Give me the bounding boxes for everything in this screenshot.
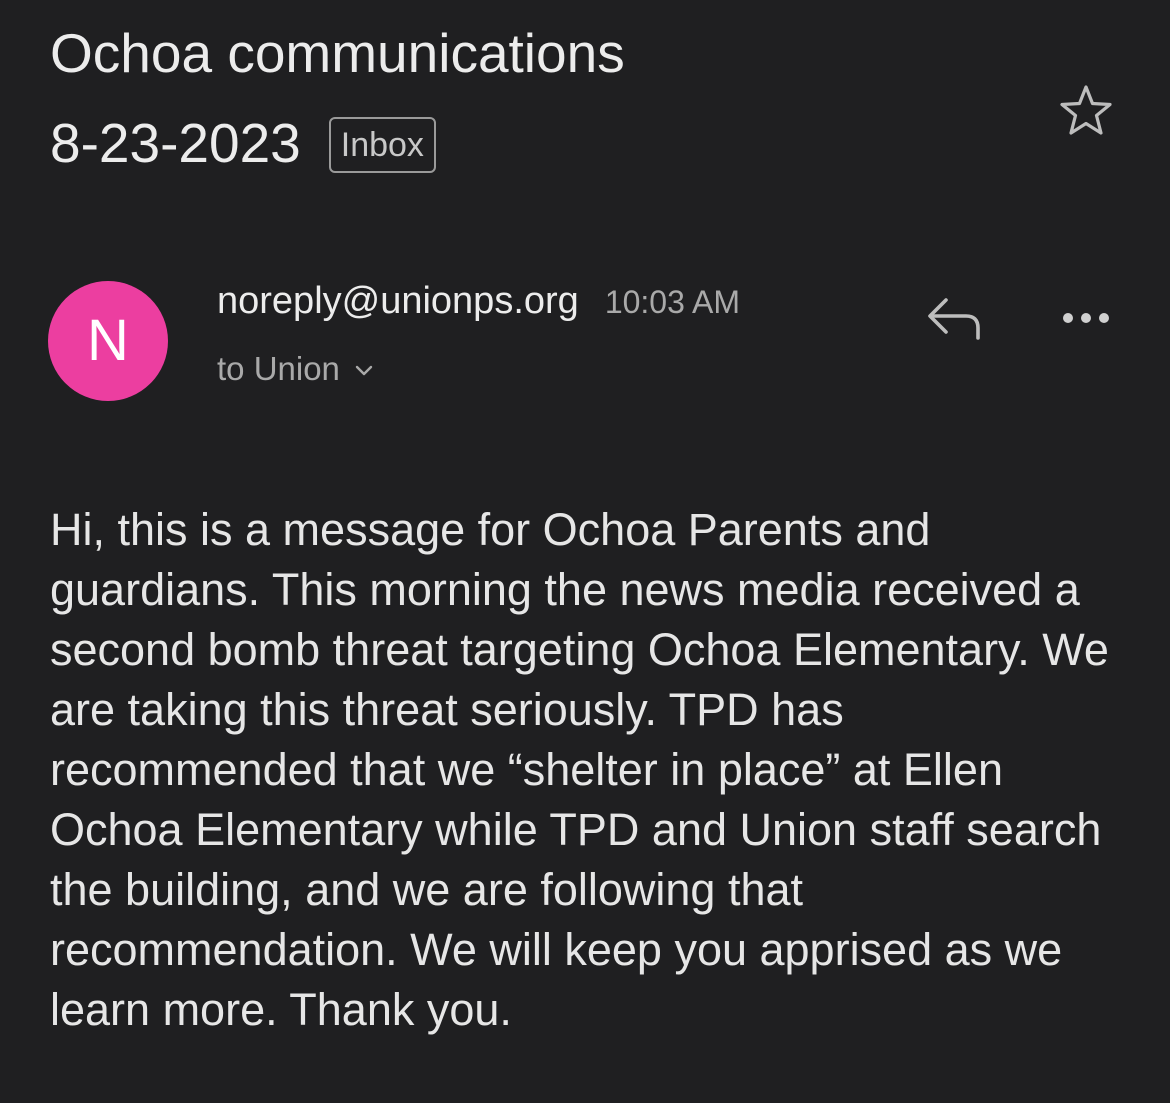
star-outline-icon — [1060, 85, 1112, 135]
more-options-button[interactable] — [1058, 300, 1114, 336]
chevron-down-icon — [355, 365, 373, 376]
sender-avatar[interactable]: N — [48, 281, 168, 401]
subject-line-1: Ochoa communications — [50, 22, 625, 84]
email-body: Hi, this is a message for Ochoa Parents … — [50, 504, 1109, 1035]
recipient-details-toggle[interactable]: to Union — [217, 350, 374, 388]
star-button[interactable] — [1058, 83, 1114, 139]
reply-icon — [928, 298, 980, 340]
recipient-label: to Union — [217, 350, 340, 387]
sender-row: noreply@unionps.org 10:03 AM — [217, 280, 740, 323]
more-horizontal-icon — [1063, 313, 1109, 323]
email-subject: Ochoa communications 8-23-2023 Inbox — [50, 8, 1030, 188]
sender-address[interactable]: noreply@unionps.org — [217, 280, 579, 323]
subject-line-2: 8-23-2023 — [50, 112, 301, 174]
reply-button[interactable] — [922, 290, 988, 346]
subject-line-2-row: 8-23-2023 Inbox — [50, 98, 1030, 188]
inbox-label-badge[interactable]: Inbox — [328, 117, 436, 173]
email-timestamp: 10:03 AM — [604, 284, 741, 320]
